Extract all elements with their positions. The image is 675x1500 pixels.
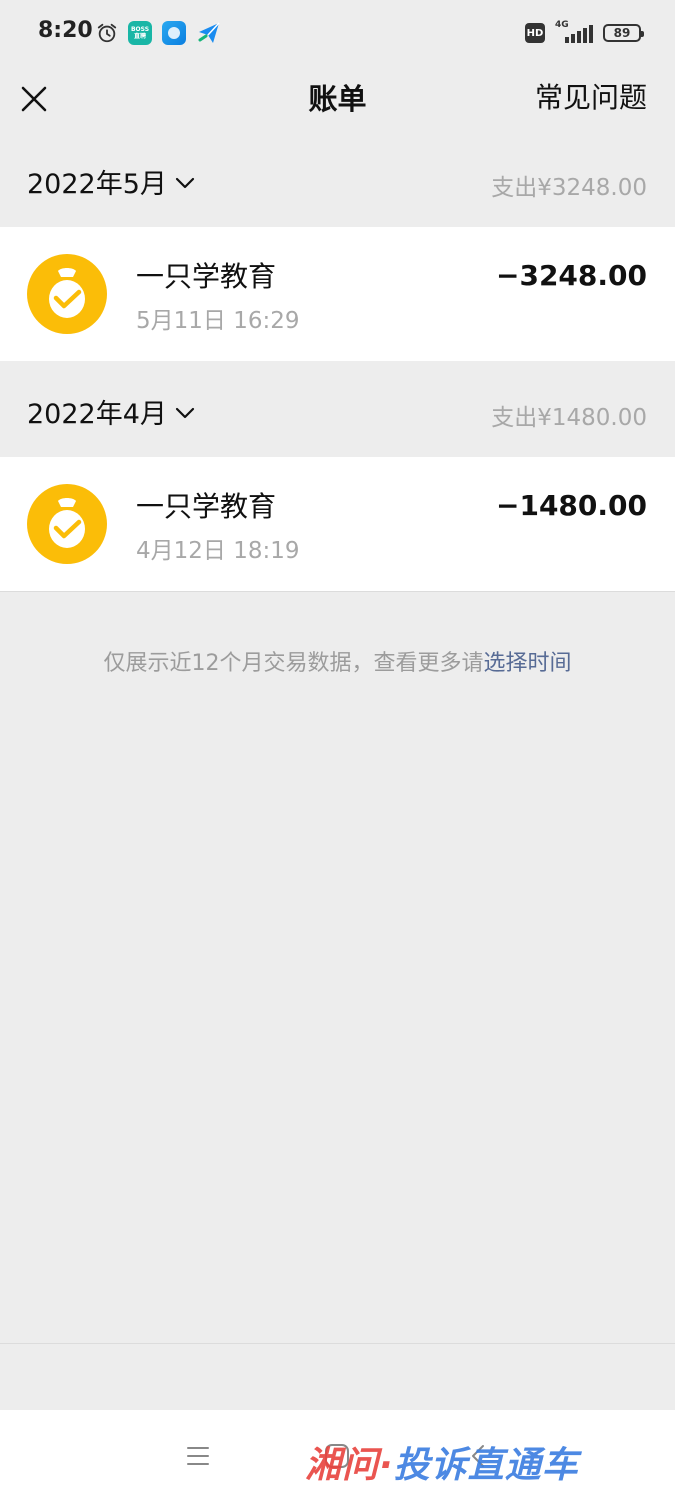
menu-button[interactable] [180, 1438, 216, 1474]
money-bag-icon [27, 254, 107, 334]
chevron-down-icon [175, 407, 195, 418]
status-bar: 8:20 BOSS 直聘 HD 4G 89 [0, 0, 675, 66]
system-status-icons: HD 4G 89 [525, 20, 644, 46]
boss-label-bottom: 直聘 [133, 33, 146, 40]
paper-plane-icon [198, 22, 220, 43]
month-picker[interactable]: 2022年5月 [27, 162, 195, 201]
chat-app-icon [162, 21, 186, 45]
month-picker[interactable]: 2022年4月 [27, 392, 195, 431]
watermark-part2: 投诉直通车 [393, 1445, 579, 1486]
watermark: 湘问·投诉直通车 [305, 1436, 579, 1488]
transaction-row[interactable]: 一只学教育 4月12日 18:19 −1480.00 [0, 457, 675, 592]
month-total: 支出¥1480.00 [491, 405, 647, 431]
transaction-row[interactable]: 一只学教育 5月11日 16:29 −3248.00 [0, 227, 675, 361]
merchant-name: 一只学教育 [136, 490, 277, 523]
battery-icon: 89 [603, 24, 644, 42]
month-label: 2022年5月 [27, 169, 167, 200]
battery-level: 89 [613, 26, 631, 40]
merchant-name: 一只学教育 [136, 260, 277, 293]
boss-label-top: BOSS [130, 26, 150, 33]
month-header: 2022年4月 支出¥1480.00 [0, 362, 675, 456]
transaction-amount: −3248.00 [496, 259, 647, 292]
chevron-down-icon [175, 177, 195, 188]
signal-icon: 4G [555, 20, 593, 46]
notification-icons: BOSS 直聘 [96, 20, 222, 46]
divider [0, 1343, 675, 1344]
month-header: 2022年5月 支出¥3248.00 [0, 132, 675, 226]
alarm-icon [97, 23, 117, 43]
month-total: 支出¥3248.00 [491, 175, 647, 201]
footer-note: 仅展示近12个月交易数据，查看更多请选择时间 [0, 645, 675, 677]
watermark-part1: 湘问· [305, 1445, 394, 1486]
select-time-link[interactable]: 选择时间 [483, 651, 571, 676]
money-bag-icon [27, 484, 107, 564]
footer-note-text: 仅展示近12个月交易数据，查看更多请 [103, 651, 484, 676]
menu-icon [187, 1447, 209, 1465]
hd-icon: HD [525, 23, 545, 43]
month-label: 2022年4月 [27, 399, 167, 430]
faq-link[interactable]: 常见问题 [535, 76, 647, 116]
nav-bar: 账单 常见问题 [0, 66, 675, 133]
bill-page: 8:20 BOSS 直聘 HD 4G 89 账单 常见问题 2022年5月 支出… [0, 0, 675, 1500]
status-time: 8:20 [38, 18, 93, 43]
transaction-amount: −1480.00 [496, 489, 647, 522]
boss-app-icon: BOSS 直聘 [128, 21, 152, 45]
transaction-time: 5月11日 16:29 [136, 308, 300, 334]
transaction-time: 4月12日 18:19 [136, 538, 300, 564]
